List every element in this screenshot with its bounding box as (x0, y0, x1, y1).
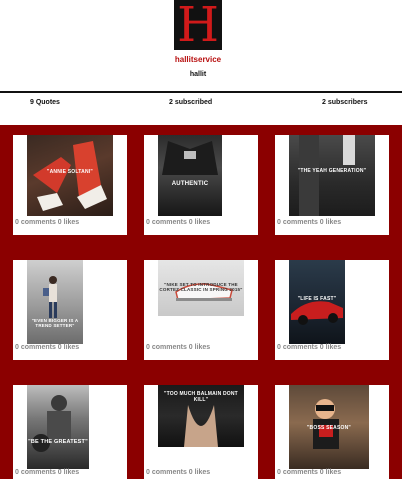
quote-caption: "BE THE GREATEST" (28, 439, 88, 445)
quote-caption: AUTHENTIC (171, 181, 209, 187)
quote-image[interactable]: "THE YEAH GENERATION" (289, 135, 375, 216)
quote-caption: "EVEN BIGGER IS A TREND SETTER" (31, 318, 79, 328)
sneakers-illustration (33, 141, 107, 211)
quote-card[interactable]: "LIFE IS FAST" 0 comments 0 likes (275, 260, 389, 360)
boxer-illustration (32, 395, 71, 452)
quote-meta: 0 comments 0 likes (15, 344, 80, 351)
quote-image[interactable]: "BE THE GREATEST" (27, 385, 89, 469)
quote-image[interactable]: "BOSS SEASON" (289, 385, 369, 469)
quote-caption: "BOSS SEASON" (306, 425, 352, 431)
quote-caption: "NIKE SET TO INTRODUCE THE CORTEZ CLASSI… (159, 282, 243, 292)
quote-card[interactable]: "ANNIE SOLTANI" 0 comments 0 likes (13, 135, 127, 235)
quote-caption: "ANNIE SOLTANI" (47, 169, 93, 175)
tag-illustration (299, 135, 355, 216)
quote-meta: 0 comments 0 likes (146, 344, 211, 351)
subscribed-count[interactable]: 2 subscribed (169, 99, 212, 106)
quote-meta: 0 comments 0 likes (15, 469, 80, 476)
quotes-count[interactable]: 9 Quotes (30, 99, 60, 106)
quote-card[interactable]: "BOSS SEASON" 0 comments 0 likes (275, 385, 389, 479)
jacket-illustration (162, 141, 218, 175)
profile-username[interactable]: hallitservice (0, 55, 396, 64)
quote-caption: "LIFE IS FAST" (297, 296, 337, 302)
quote-caption: "TOO MUCH BALMAIN DONT KILL" (164, 391, 238, 403)
car-illustration (291, 301, 343, 325)
quote-image[interactable]: "LIFE IS FAST" (289, 260, 345, 344)
quote-image[interactable]: "TOO MUCH BALMAIN DONT KILL" (158, 385, 244, 447)
logo-letter: H (177, 0, 219, 53)
profile-header: H hallitservice hallit (0, 0, 402, 92)
quote-card[interactable]: "EVEN BIGGER IS A TREND SETTER" 0 commen… (13, 260, 127, 360)
profile-handle: hallit (189, 71, 207, 78)
person-illustration (43, 276, 57, 318)
quote-image[interactable]: AUTHENTIC (158, 135, 222, 216)
quote-meta: 0 comments 0 likes (146, 469, 211, 476)
quote-meta: 0 comments 0 likes (277, 344, 342, 351)
quote-meta: 0 comments 0 likes (146, 219, 211, 226)
quote-meta: 0 comments 0 likes (277, 469, 342, 476)
quotes-grid: "ANNIE SOLTANI" 0 comments 0 likes AUTHE… (0, 125, 402, 479)
quote-meta: 0 comments 0 likes (15, 219, 80, 226)
subscribers-count[interactable]: 2 subscribers (322, 99, 368, 106)
quote-meta: 0 comments 0 likes (277, 219, 342, 226)
quote-card[interactable]: "NIKE SET TO INTRODUCE THE CORTEZ CLASSI… (144, 260, 258, 360)
quote-image[interactable]: "ANNIE SOLTANI" (27, 135, 113, 216)
quote-caption: "THE YEAH GENERATION" (297, 168, 367, 174)
profile-logo[interactable]: H (174, 0, 222, 50)
quote-image[interactable]: "NIKE SET TO INTRODUCE THE CORTEZ CLASSI… (158, 260, 244, 316)
quote-card[interactable]: "TOO MUCH BALMAIN DONT KILL" 0 comments … (144, 385, 258, 479)
quote-image[interactable]: "EVEN BIGGER IS A TREND SETTER" (27, 260, 83, 344)
quote-card[interactable]: "BE THE GREATEST" 0 comments 0 likes (13, 385, 127, 479)
quote-card[interactable]: AUTHENTIC 0 comments 0 likes (144, 135, 258, 235)
profile-stats: 9 Quotes 2 subscribed 2 subscribers (0, 93, 402, 125)
quote-card[interactable]: "THE YEAH GENERATION" 0 comments 0 likes (275, 135, 389, 235)
